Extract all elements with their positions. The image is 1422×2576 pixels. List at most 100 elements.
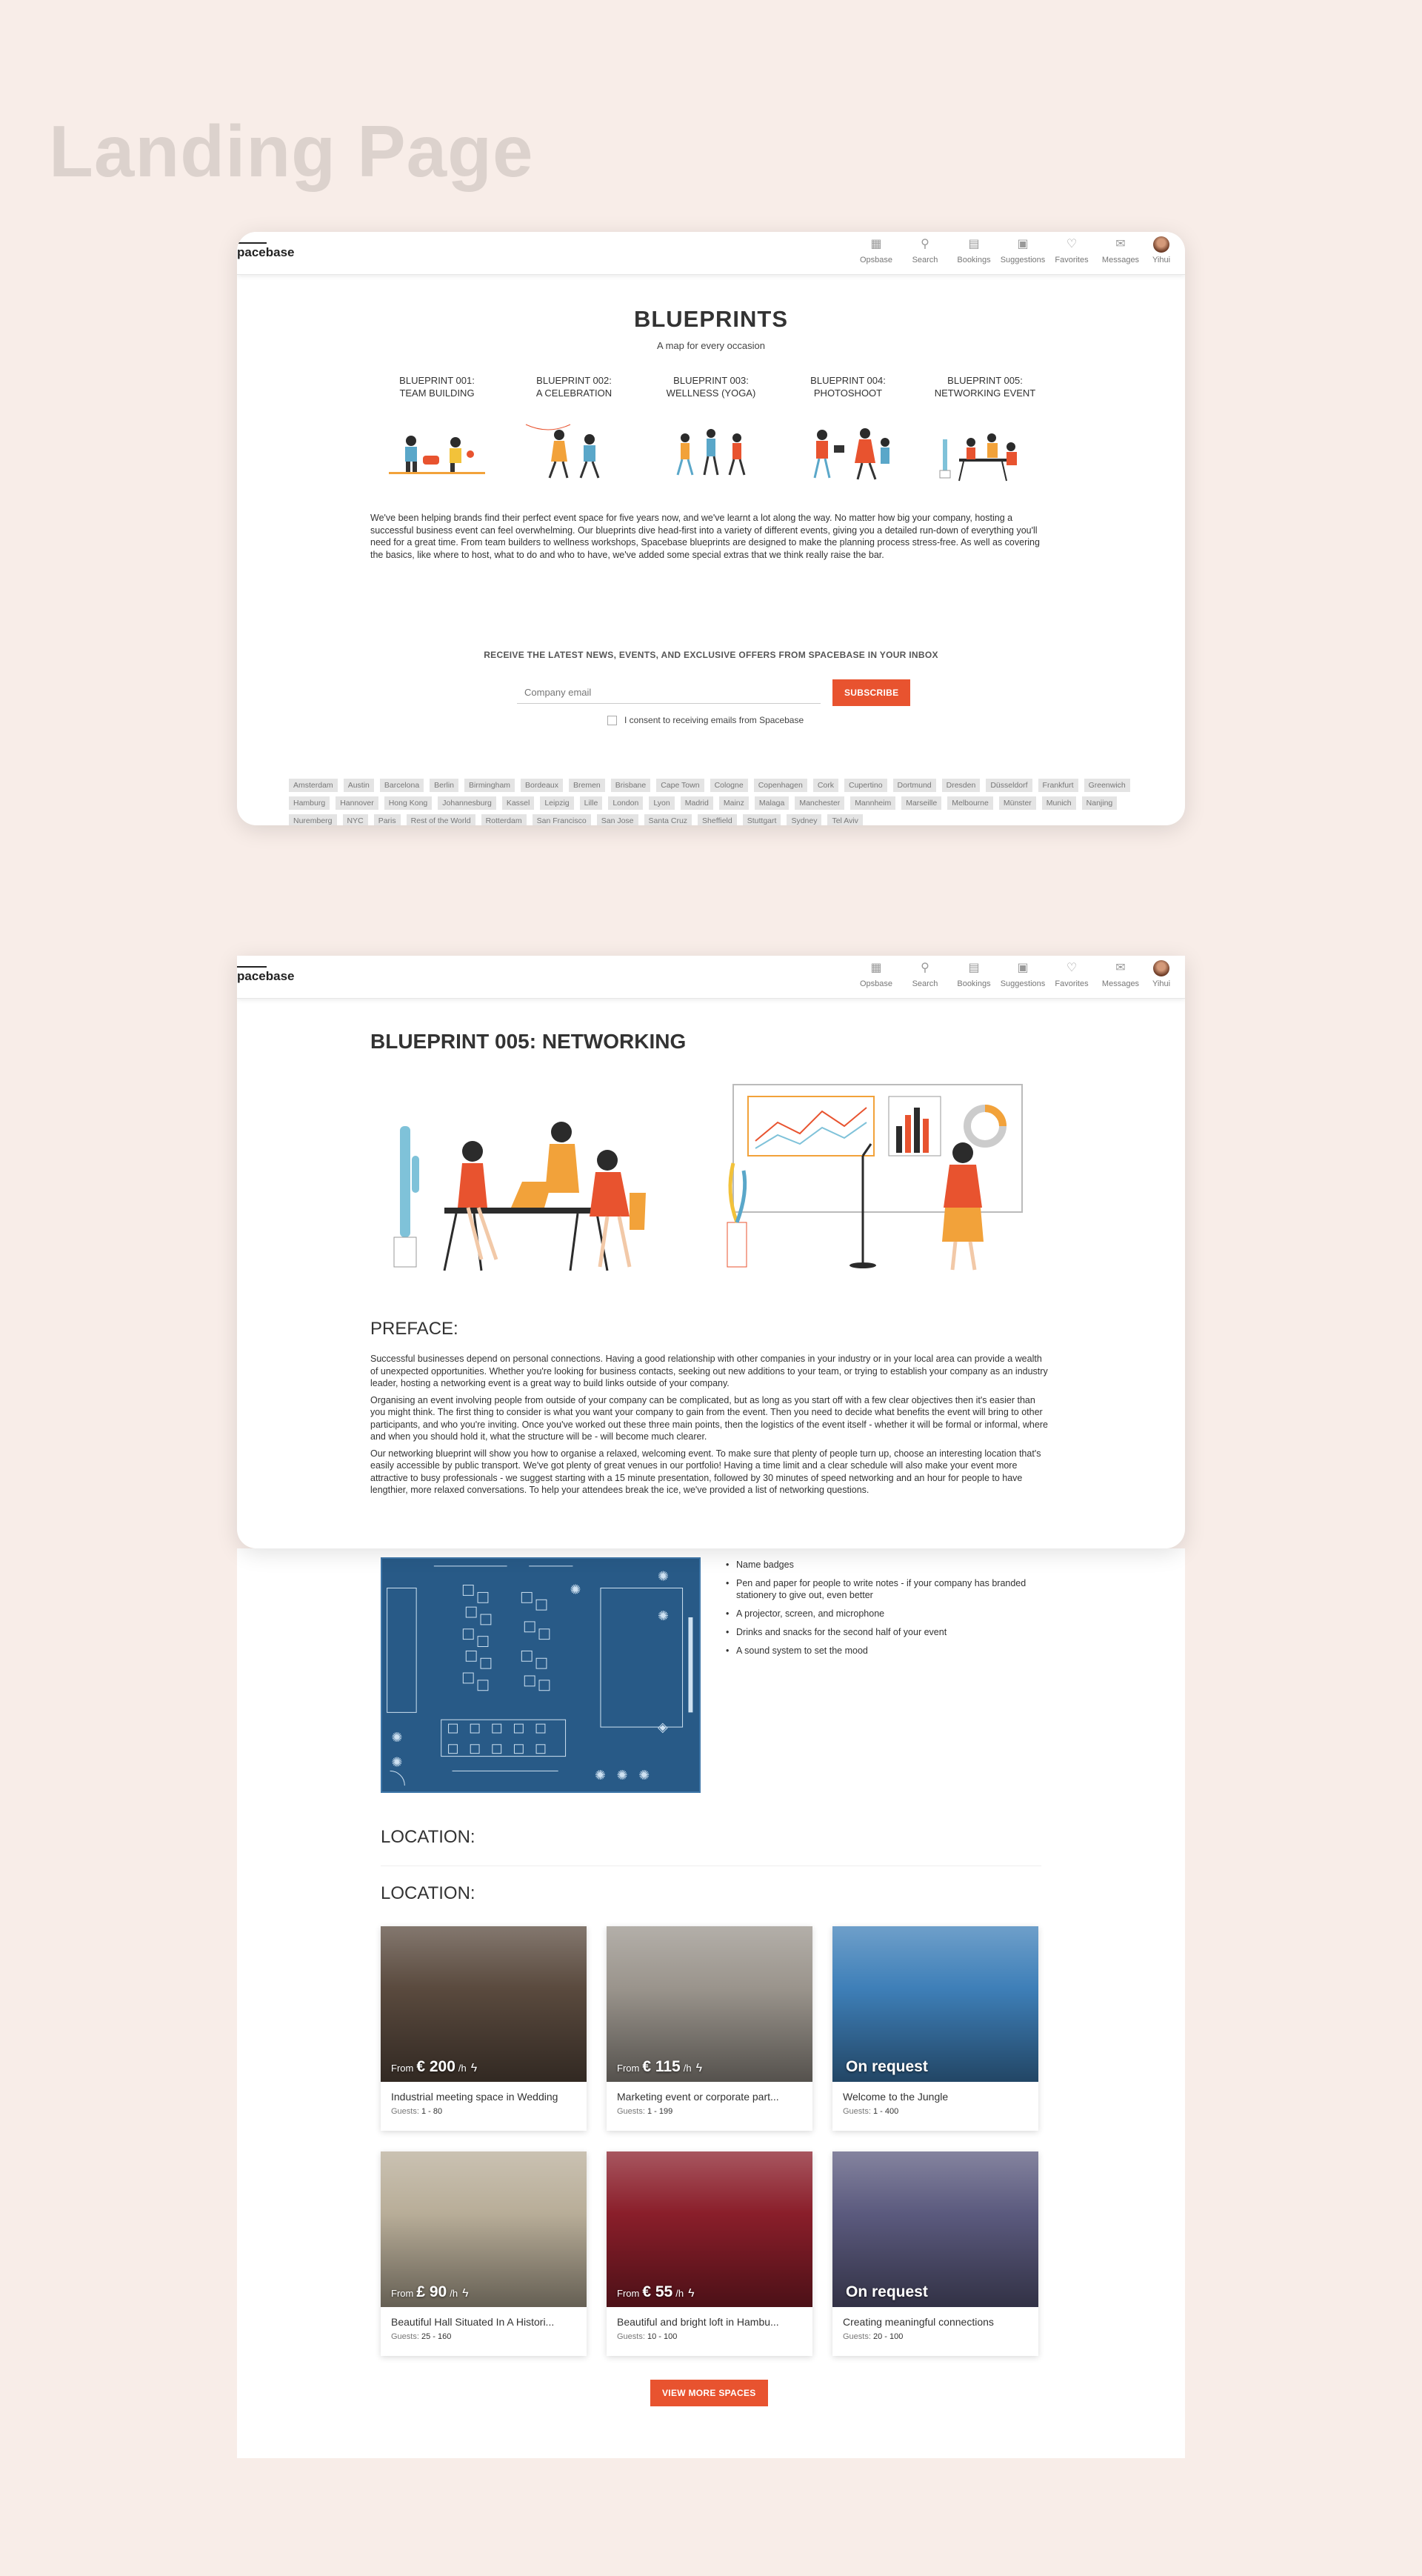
blueprints-intro: We've been helping brands find their per… <box>370 513 1040 560</box>
space-name[interactable]: Industrial meeting space in Wedding <box>381 2082 587 2103</box>
nav-opsbase[interactable]: ▦ Opsbase <box>852 236 901 264</box>
space-card[interactable]: From € 115/h ϟ Marketing event or corporate… <box>607 1926 812 2131</box>
city-link[interactable]: Leipzig <box>540 796 574 810</box>
city-link[interactable]: Lyon <box>649 796 675 810</box>
city-link[interactable]: Cupertino <box>844 779 887 792</box>
search-icon: ⚲ <box>921 962 929 974</box>
blueprint-card-team-building[interactable]: BLUEPRINT 001: TEAM BUILDING <box>370 374 504 495</box>
city-link[interactable]: Nuremberg <box>289 814 337 825</box>
space-name[interactable]: Beautiful Hall Situated In A Histori... <box>381 2307 587 2328</box>
logo[interactable]: pacebase <box>237 966 295 984</box>
price-value: € 115 <box>642 2058 681 2075</box>
city-link[interactable]: Dortmund <box>892 779 936 792</box>
city-link[interactable]: Marseille <box>901 796 942 810</box>
nav-search[interactable]: ⚲ Search <box>901 236 949 264</box>
city-link[interactable]: Cape Town <box>656 779 704 792</box>
view-more-spaces-button[interactable]: VIEW MORE SPACES <box>650 2380 768 2406</box>
city-link[interactable]: Barcelona <box>379 779 424 792</box>
city-link[interactable]: Tel Aviv <box>827 814 863 825</box>
nav-opsbase[interactable]: ▦ Opsbase <box>852 960 901 988</box>
city-link[interactable]: Munich <box>1041 796 1076 810</box>
nav-messages[interactable]: ✉ Messages <box>1096 236 1145 264</box>
price-prefix: From <box>617 2063 640 2074</box>
city-link[interactable]: San Jose <box>596 814 638 825</box>
blueprint-list: BLUEPRINT 001: TEAM BUILDING BLUEPRINT 00… <box>370 374 1052 495</box>
nav-favorites[interactable]: ♡ Favorites <box>1047 236 1096 264</box>
city-link[interactable]: Madrid <box>680 796 713 810</box>
nav-search[interactable]: ⚲ Search <box>901 960 949 988</box>
nav-user[interactable]: Yihui <box>1145 960 1178 988</box>
city-link[interactable]: Berlin <box>430 779 459 792</box>
city-link[interactable]: Malaga <box>754 796 790 810</box>
city-link[interactable]: Kassel <box>501 796 535 810</box>
space-card[interactable]: On request Creating meaningful connection… <box>832 2151 1038 2356</box>
space-guests: Guests: 20 - 100 <box>832 2328 1038 2346</box>
city-link[interactable]: Santa Cruz <box>644 814 692 825</box>
nav-favorites[interactable]: ♡ Favorites <box>1047 960 1096 988</box>
suggestions-icon: ▣ <box>1017 962 1029 974</box>
city-link[interactable]: Greenwich <box>1084 779 1130 792</box>
city-link[interactable]: Stuttgart <box>742 814 781 825</box>
city-link[interactable]: Sydney <box>787 814 822 825</box>
city-link[interactable]: Bordeaux <box>521 779 563 792</box>
city-link[interactable]: Hannover <box>336 796 378 810</box>
space-name[interactable]: Welcome to the Jungle <box>832 2082 1038 2103</box>
space-name[interactable]: Beautiful and bright loft in Hambu... <box>607 2307 812 2328</box>
nav-bookings[interactable]: ▤ Bookings <box>949 960 998 988</box>
email-field[interactable] <box>517 682 821 704</box>
team-building-illustration <box>389 436 485 474</box>
blueprint-card-photoshoot[interactable]: BLUEPRINT 004: PHOTOSHOOT <box>781 374 915 495</box>
city-link[interactable]: Bremen <box>569 779 605 792</box>
preface-text: Successful businesses depend on personal… <box>370 1353 1052 1501</box>
city-link[interactable]: Sheffield <box>698 814 737 825</box>
city-link[interactable]: Austin <box>343 779 374 792</box>
city-link[interactable]: Melbourne <box>947 796 993 810</box>
city-link[interactable]: Rotterdam <box>481 814 527 825</box>
city-link[interactable]: Cork <box>812 779 838 792</box>
city-link[interactable]: Paris <box>373 814 401 825</box>
blueprint-card-celebration[interactable]: BLUEPRINT 002: A CELEBRATION <box>507 374 641 495</box>
nav-messages[interactable]: ✉ Messages <box>1096 960 1145 988</box>
logo[interactable]: pacebase <box>237 242 295 260</box>
space-card[interactable]: From € 55/h ϟ Beautiful and bright loft in … <box>607 2151 812 2356</box>
city-link[interactable]: Lille <box>579 796 603 810</box>
city-link[interactable]: Manchester <box>795 796 845 810</box>
nav-suggestions[interactable]: ▣ Suggestions <box>998 960 1047 988</box>
space-card[interactable]: On request Welcome to the Jungle Guests: 1… <box>832 1926 1038 2131</box>
subscribe-button[interactable]: SUBSCRIBE <box>832 679 911 706</box>
space-card[interactable]: From € 200/h ϟ Industrial meeting space in … <box>381 1926 587 2131</box>
city-link[interactable]: Birmingham <box>464 779 515 792</box>
space-name[interactable]: Creating meaningful connections <box>832 2307 1038 2328</box>
floorplan-image: ✺ ✺ ✺ ✺ ✺ ✺ ✺ ✺ ◈ <box>381 1557 701 1793</box>
price-prefix: From <box>391 2288 414 2299</box>
space-card[interactable]: From £ 90/h ϟ Beautiful Hall Situated In A … <box>381 2151 587 2356</box>
city-link[interactable]: NYC <box>342 814 368 825</box>
city-link[interactable]: Düsseldorf <box>986 779 1032 792</box>
nav-user[interactable]: Yihui <box>1145 236 1178 264</box>
city-link[interactable]: Hong Kong <box>384 796 433 810</box>
nav-bookings[interactable]: ▤ Bookings <box>949 236 998 264</box>
city-link[interactable]: Amsterdam <box>289 779 338 792</box>
city-link[interactable]: Frankfurt <box>1038 779 1078 792</box>
user-name: Yihui <box>1152 979 1171 988</box>
city-link[interactable]: Hamburg <box>289 796 330 810</box>
city-link[interactable]: Mainz <box>718 796 749 810</box>
city-link[interactable]: Cologne <box>710 779 748 792</box>
space-name[interactable]: Marketing event or corporate part... <box>607 2082 812 2103</box>
city-link[interactable]: Dresden <box>941 779 981 792</box>
consent-checkbox[interactable] <box>607 715 617 725</box>
city-link[interactable]: Münster <box>998 796 1036 810</box>
nav-label: Suggestions <box>1000 979 1046 988</box>
blueprint-card-wellness[interactable]: BLUEPRINT 003: WELLNESS (YOGA) <box>644 374 778 495</box>
guests-label: Guests: <box>617 2107 645 2116</box>
city-link[interactable]: Brisbane <box>610 779 651 792</box>
city-link[interactable]: Johannesburg <box>438 796 496 810</box>
city-link[interactable]: Nanjing <box>1081 796 1118 810</box>
city-link[interactable]: Rest of the World <box>406 814 475 825</box>
blueprint-card-networking[interactable]: BLUEPRINT 005: NETWORKING EVENT <box>918 374 1052 495</box>
city-link[interactable]: London <box>608 796 644 810</box>
city-link[interactable]: San Francisco <box>532 814 591 825</box>
city-link[interactable]: Mannheim <box>850 796 896 810</box>
city-link[interactable]: Copenhagen <box>753 779 807 792</box>
nav-suggestions[interactable]: ▣ Suggestions <box>998 236 1047 264</box>
